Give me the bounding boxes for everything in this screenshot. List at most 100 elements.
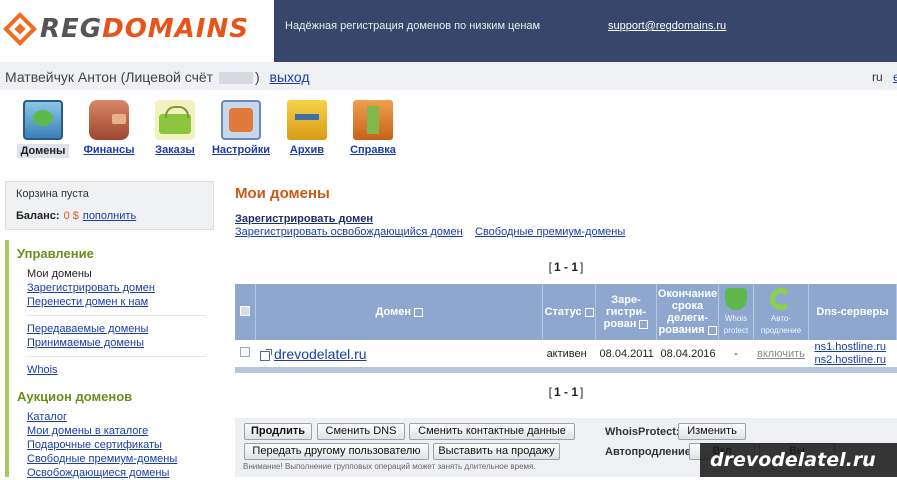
col-registered[interactable]: Заре-гистри-рован <box>595 284 658 340</box>
logo[interactable]: REGDOMAINS <box>3 12 249 46</box>
nav-label[interactable]: Справка <box>350 144 396 156</box>
nav-label[interactable]: Архив <box>290 144 324 156</box>
wallet-icon <box>89 100 129 140</box>
external-link-icon[interactable] <box>259 348 272 361</box>
enable-autorenew-link[interactable]: включить <box>757 348 805 360</box>
row-checkbox[interactable] <box>240 347 251 357</box>
logo-text-domains: DOMAINS <box>102 14 249 44</box>
col-status[interactable]: Статус <box>542 284 597 340</box>
renew-button[interactable]: Продлить <box>244 423 312 440</box>
dns-server-link[interactable]: ns1.hostline.ru <box>814 341 886 353</box>
nav-settings[interactable]: Настройки <box>208 100 274 158</box>
nav-archive[interactable]: Архив <box>274 100 340 158</box>
nav-label[interactable]: Заказы <box>155 144 195 156</box>
nav-label: Домены <box>16 144 70 158</box>
divider <box>27 315 206 316</box>
nav-domains[interactable]: Домены <box>10 100 76 158</box>
premium-domains-link[interactable]: Свободные премиум-домены <box>475 226 625 238</box>
support-email-link[interactable]: support@regdomains.ru <box>608 20 726 32</box>
user-bar: Матвейчук Антон (Лицевой счёт ) выход ru… <box>0 62 897 90</box>
user-name-suffix: ) <box>254 69 260 85</box>
cart-status: Корзина пуста <box>16 188 89 200</box>
sidebar-item-catalog[interactable]: Каталог <box>27 410 214 424</box>
whois-change-button[interactable]: Изменить <box>678 423 746 440</box>
nav-orders[interactable]: Заказы <box>142 100 208 158</box>
sidebar-item-transfer-in[interactable]: Перенести домен к нам <box>27 295 214 309</box>
balance-label: Баланс: <box>16 210 60 222</box>
top-header: REGDOMAINS Надёжная регистрация доменов … <box>0 0 897 62</box>
sidebar-item-expiring[interactable]: Освобождающиеся домены <box>27 466 214 480</box>
bulk-warning: Внимание! Выполнение групповых операций … <box>243 462 536 471</box>
nav-label[interactable]: Настройки <box>212 144 270 156</box>
archive-folder-icon <box>287 100 327 140</box>
whois-cell: - <box>718 340 754 373</box>
basket-icon <box>155 100 195 140</box>
change-contacts-button[interactable]: Сменить контактные данные <box>409 423 575 440</box>
autorenew-label: Автопродление: <box>605 446 695 458</box>
logo-text-reg: REG <box>40 14 103 44</box>
domain-link[interactable]: drevodelatel.ru <box>274 346 367 362</box>
col-expires[interactable]: Окончание срока делеги-рования <box>656 284 719 340</box>
col-dns: Dns-серверы <box>808 284 897 340</box>
register-domain-link[interactable]: Зарегистрировать домен <box>235 213 373 225</box>
balance: Баланс: 0 $ пополнить <box>16 210 136 222</box>
sidebar-item-register[interactable]: Зарегистрировать домен <box>27 281 214 295</box>
sort-icon[interactable] <box>639 319 649 329</box>
refresh-icon <box>769 288 792 310</box>
change-dns-button[interactable]: Сменить DNS <box>317 423 405 440</box>
logout-link[interactable]: выход <box>270 69 310 85</box>
sidebar-item-whois[interactable]: Whois <box>27 363 214 377</box>
user-account: Матвейчук Антон (Лицевой счёт ) выход <box>5 69 310 85</box>
status-cell: активен <box>542 340 596 373</box>
lang-ru[interactable]: ru <box>872 70 883 84</box>
pager-range[interactable]: 1 - 1 <box>552 260 580 274</box>
expires-cell: 08.04.2016 <box>656 340 719 373</box>
sidebar: Управление Мои домены Зарегистрировать д… <box>5 240 214 480</box>
sell-button[interactable]: Выставить на продажу <box>433 443 560 460</box>
sort-icon[interactable] <box>413 307 423 317</box>
col-whois: Whois protect <box>718 284 754 340</box>
dns-server-link[interactable]: ns2.hostline.ru <box>814 354 886 366</box>
sidebar-item-premium[interactable]: Свободные премиум-домены <box>27 452 214 466</box>
main-nav: Домены Финансы Заказы Настройки Архив Сп… <box>10 100 406 158</box>
sidebar-heading-manage: Управление <box>17 246 94 261</box>
domains-table: Домен Статус Заре-гистри-рован Окончание… <box>235 284 897 373</box>
sidebar-item-incoming[interactable]: Принимаемые домены <box>27 336 214 350</box>
select-all-checkbox[interactable] <box>240 305 251 316</box>
user-name: Матвейчук Антон (Лицевой счёт <box>5 69 214 85</box>
whois-protect-label: WhoisProtect: <box>605 426 680 438</box>
balance-value: 0 $ <box>63 210 79 222</box>
cart-box: Корзина пуста Баланс: 0 $ пополнить <box>5 181 214 230</box>
watermark: drevodelatel.ru <box>700 443 897 477</box>
divider <box>27 356 206 357</box>
table-header-row: Домен Статус Заре-гистри-рован Окончание… <box>235 284 897 340</box>
col-domain[interactable]: Домен <box>255 284 544 340</box>
nav-help[interactable]: Справка <box>340 100 406 158</box>
col-autorenew: Авто-продление <box>753 284 809 340</box>
registered-cell: 08.04.2011 <box>595 340 657 373</box>
pager-range[interactable]: 1 - 1 <box>552 385 580 399</box>
topup-link[interactable]: пополнить <box>83 210 136 222</box>
nav-finance[interactable]: Финансы <box>76 100 142 158</box>
sidebar-item-gift-certs[interactable]: Подарочные сертификаты <box>27 438 214 452</box>
tagline-bar: Надёжная регистрация доменов по низким ц… <box>274 0 897 62</box>
monitor-globe-icon <box>23 100 63 140</box>
sidebar-item-outgoing[interactable]: Передаваемые домены <box>27 322 214 336</box>
pager-bottom: [1 - 1] <box>548 385 584 399</box>
settings-map-icon <box>221 100 261 140</box>
sidebar-item-my-catalog[interactable]: Мои домены в каталоге <box>27 424 214 438</box>
help-book-icon <box>353 100 393 140</box>
select-all-header[interactable] <box>235 284 257 340</box>
logo-diamond-icon <box>3 12 37 46</box>
sort-icon[interactable] <box>707 325 717 335</box>
pager-top: [1 - 1] <box>548 260 584 274</box>
shield-icon <box>724 288 747 310</box>
lang-en[interactable]: e <box>893 70 897 84</box>
logo-area: REGDOMAINS <box>0 0 274 62</box>
sort-icon[interactable] <box>584 307 594 317</box>
transfer-user-button[interactable]: Передать другому пользователю <box>244 443 429 460</box>
register-expiring-link[interactable]: Зарегистрировать освобождающийся домен <box>235 226 463 238</box>
account-number-masked <box>218 72 253 85</box>
nav-label[interactable]: Финансы <box>83 144 134 156</box>
tagline: Надёжная регистрация доменов по низким ц… <box>285 20 541 32</box>
